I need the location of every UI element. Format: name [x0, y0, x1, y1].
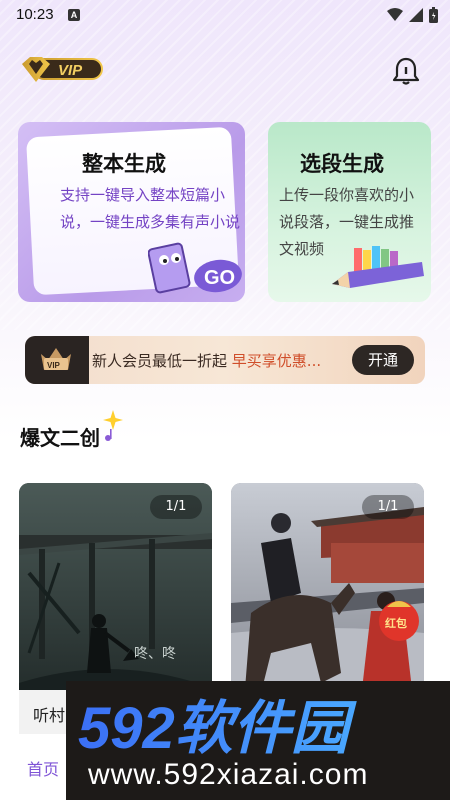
wifi-icon [387, 8, 403, 21]
notification-icon: A [68, 9, 80, 21]
crown-icon: VIP [41, 348, 71, 370]
bell-icon[interactable] [392, 56, 420, 86]
crown-vip-label: VIP [47, 361, 61, 370]
book-mascot-icon: GO [148, 242, 242, 294]
status-time: 10:23 [16, 6, 54, 23]
story-overlay-text: 咚、咚 [134, 646, 176, 662]
app-screen: 10:23 A VIP GO 整本生成 支持一键导入整本短篇小说，一键生成多集有… [0, 0, 450, 800]
whole-book-desc: 支持一键导入整本短篇小说，一键生成多集有声小说 [60, 186, 241, 231]
battery-icon [429, 7, 438, 23]
status-bar: 10:23 A [0, 0, 450, 32]
page-count-badge: 1/1 [150, 495, 202, 519]
story-caption-text: 听村 [33, 706, 66, 725]
vip-crown-badge: VIP [25, 336, 89, 384]
watermark-url: www.592xiazai.com [88, 758, 369, 791]
segment-title: 选段生成 [300, 152, 384, 176]
promo-text: 新人会员最低一折起 早买享优惠... [92, 350, 321, 371]
status-icons [387, 7, 438, 23]
vip-badge[interactable]: VIP [20, 54, 104, 84]
page-count-badge: 1/1 [362, 495, 414, 519]
section-title: 爆文二创 [20, 422, 100, 451]
segment-desc: 上传一段你喜欢的小说段落，一键生成推文视频 [279, 186, 415, 258]
signal-icon [409, 8, 423, 22]
vip-badge-label: VIP [58, 62, 83, 79]
watermark-logo-text: 592软件园 [78, 696, 358, 758]
whole-book-title: 整本生成 [82, 152, 166, 176]
promo-highlight-text: 早买享优惠... [231, 352, 322, 370]
go-sticker: GO [204, 267, 235, 289]
promo-main-text: 新人会员最低一折起 [92, 352, 228, 370]
open-vip-button[interactable]: 开通 [352, 345, 414, 375]
section-title-text: 爆文二创 [20, 426, 100, 450]
sparkle-icon [103, 410, 123, 441]
nav-home-tab[interactable]: 首页 [27, 756, 59, 780]
red-envelope-text: 红包 [385, 616, 407, 630]
watermark-logo: 592软件园 [78, 696, 358, 758]
